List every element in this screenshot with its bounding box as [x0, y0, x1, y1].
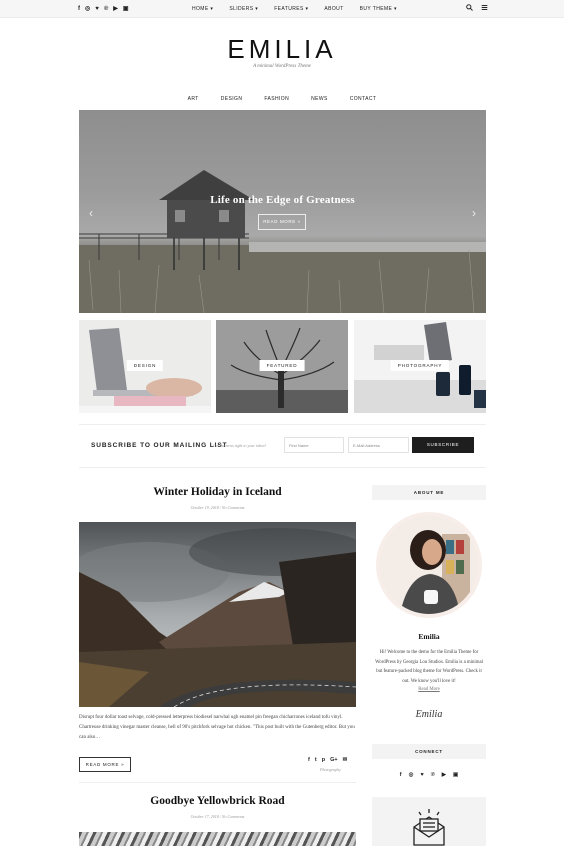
promo-label-featured: FEATURED	[259, 360, 305, 371]
share-google-plus-icon[interactable]: G+	[330, 757, 338, 763]
avatar-photo	[380, 516, 478, 614]
post-category[interactable]: Photography	[320, 767, 341, 772]
main-nav: HOME ▾ SLIDERS ▾ FEATURES ▾ ABOUT BUY TH…	[192, 6, 413, 12]
category-design[interactable]: DESIGN	[221, 96, 243, 102]
category-art[interactable]: ART	[188, 96, 199, 102]
slide-read-more-button[interactable]: READ MORE »	[258, 214, 306, 230]
about-text: Hi! Welcome to the demo for the Emilia T…	[375, 650, 483, 685]
about-read-more-link[interactable]: Read More	[372, 687, 486, 692]
category-nav: ART DESIGN FASHION NEWS CONTACT	[0, 96, 564, 102]
post-image[interactable]	[79, 832, 356, 846]
social-links: f ◎ ♥ ℗ ▶ ▣	[78, 5, 129, 13]
connect-youtube-icon[interactable]: ▶	[442, 772, 446, 778]
promo-label-design: DESIGN	[126, 360, 164, 371]
post-meta: October 17, 2018 / No Comments	[190, 814, 245, 819]
about-me-heading: ABOUT ME	[372, 485, 486, 500]
site-tagline: A minimal WordPress Theme	[253, 64, 311, 69]
subscribe-button[interactable]: SUBSCRIBE	[412, 437, 474, 453]
divider	[79, 424, 486, 425]
connect-cart-icon[interactable]: ▣	[453, 772, 458, 778]
twitter-icon[interactable]: ♥	[95, 5, 99, 13]
post-image-mountains	[79, 522, 356, 707]
facebook-icon[interactable]: f	[78, 5, 80, 13]
first-name-input[interactable]: First Name	[284, 437, 344, 453]
nav-sliders[interactable]: SLIDERS ▾	[229, 6, 258, 12]
top-utility-icons	[466, 4, 488, 13]
category-news[interactable]: NEWS	[311, 96, 328, 102]
read-more-button[interactable]: READ MORE »	[79, 757, 131, 772]
newsletter-widget	[372, 797, 486, 846]
promo-box-photography[interactable]: PHOTOGRAPHY	[354, 320, 486, 413]
post-image[interactable]	[79, 522, 356, 707]
slide-title[interactable]: Life on the Edge of Greatness	[79, 194, 486, 206]
nav-buy-theme[interactable]: BUY THEME ▾	[360, 6, 397, 12]
share-facebook-icon[interactable]: f	[308, 757, 310, 763]
site-logo[interactable]: EMILIA	[0, 34, 564, 65]
category-fashion[interactable]: FASHION	[264, 96, 289, 102]
instagram-icon[interactable]: ◎	[85, 5, 90, 13]
post-meta: October 19, 2018 / No Comments	[190, 505, 245, 510]
connect-pinterest-icon[interactable]: ℗	[431, 772, 435, 778]
nav-features[interactable]: FEATURES ▾	[274, 6, 308, 12]
divider	[79, 467, 486, 468]
youtube-icon[interactable]: ▶	[113, 5, 118, 13]
connect-heading: CONNECT	[372, 744, 486, 759]
connect-twitter-icon[interactable]: ♥	[420, 772, 423, 778]
subscribe-title: SUBSCRIBE TO OUR MAILING LIST	[91, 442, 228, 449]
nav-home[interactable]: HOME ▾	[192, 6, 213, 12]
category-contact[interactable]: CONTACT	[350, 96, 377, 102]
share-icons: f t p G+ ✉	[308, 757, 347, 763]
share-twitter-icon[interactable]: t	[315, 757, 317, 763]
divider	[79, 782, 356, 783]
subscribe-text: Get the news right to your inbox!	[213, 443, 267, 448]
email-input[interactable]: E-Mail Address	[348, 437, 409, 453]
promo-label-photography: PHOTOGRAPHY	[390, 360, 450, 371]
promo-box-featured[interactable]: FEATURED	[216, 320, 348, 413]
slider-next-arrow[interactable]: ›	[472, 206, 476, 220]
about-name: Emilia	[418, 632, 440, 641]
menu-icon[interactable]	[481, 4, 488, 13]
slider-image	[79, 170, 486, 313]
post-title[interactable]: Winter Holiday in Iceland	[79, 486, 356, 498]
share-pinterest-icon[interactable]: p	[322, 757, 325, 763]
signature: Emilia	[415, 709, 443, 720]
nav-about[interactable]: ABOUT	[324, 6, 343, 12]
connect-facebook-icon[interactable]: f	[400, 772, 402, 778]
search-icon[interactable]	[466, 4, 473, 13]
avatar	[376, 512, 482, 618]
share-email-icon[interactable]: ✉	[343, 757, 348, 763]
post-title[interactable]: Goodbye Yellowbrick Road	[79, 795, 356, 807]
promo-box-design[interactable]: DESIGN	[79, 320, 211, 413]
connect-instagram-icon[interactable]: ◎	[409, 772, 414, 778]
slider-prev-arrow[interactable]: ‹	[89, 206, 93, 220]
post-excerpt: Disrupt four dollar toast selvage, cold-…	[79, 715, 355, 740]
cart-icon[interactable]: ▣	[123, 5, 129, 13]
featured-slider: ‹ › Life on the Edge of Greatness READ M…	[79, 110, 486, 313]
connect-icons: f ◎ ♥ ℗ ▶ ▣	[372, 772, 486, 778]
pinterest-icon[interactable]: ℗	[104, 5, 108, 13]
envelope-icon	[413, 809, 445, 846]
top-bar: f ◎ ♥ ℗ ▶ ▣ HOME ▾ SLIDERS ▾ FEATURES ▾ …	[0, 0, 564, 18]
